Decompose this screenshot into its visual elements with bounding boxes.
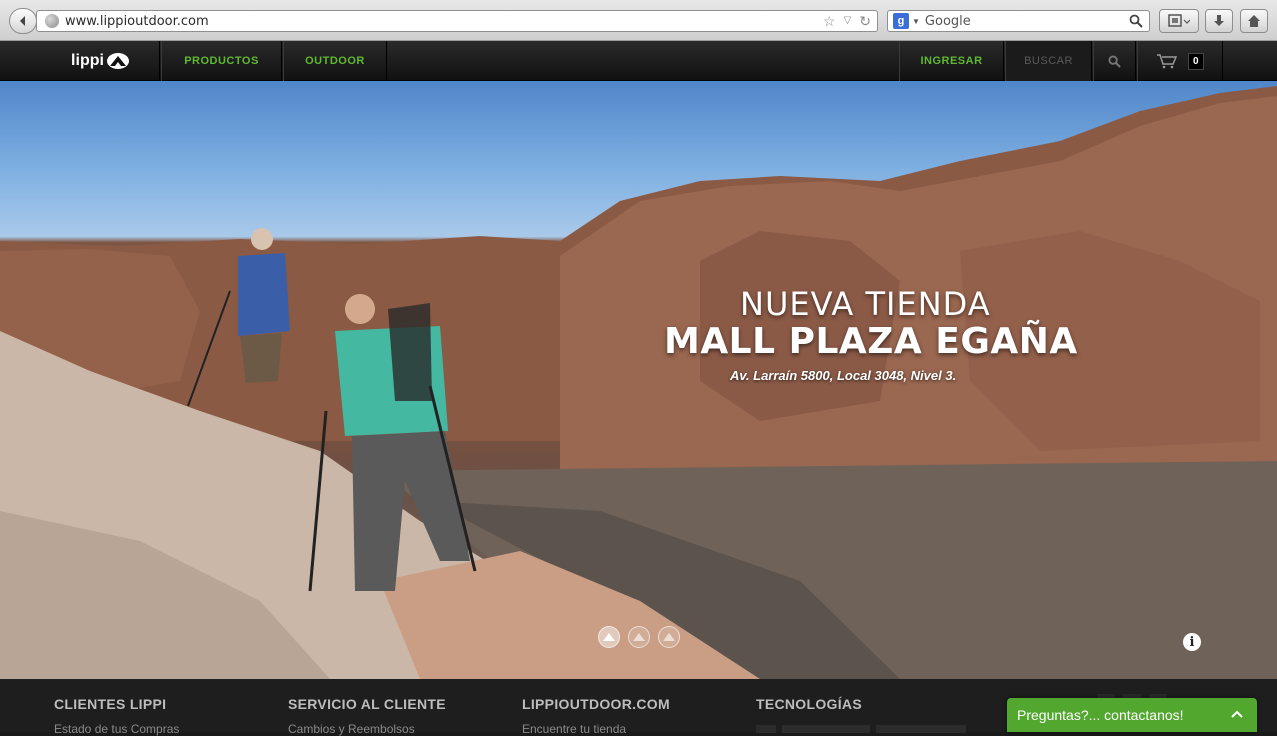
download-icon: [1214, 15, 1224, 26]
browser-toolbar: www.lippioutdoor.com ☆ ▽ ↻ g ▼ Google: [0, 0, 1277, 41]
footer-heading: LIPPIOUTDOOR.COM: [522, 696, 670, 712]
home-icon: [1248, 15, 1260, 27]
slider-pagination: [598, 626, 680, 648]
chat-label: Preguntas?... contactanos!: [1017, 707, 1184, 723]
nav-productos[interactable]: PRODUCTOS: [161, 41, 282, 81]
hero-address: Av. Larraín 5800, Local 3048, Nivel 3.: [730, 368, 957, 383]
reload-icon[interactable]: ↻: [859, 13, 871, 30]
back-button[interactable]: [9, 8, 37, 34]
puzzle-icon: [1168, 14, 1190, 27]
logo-text: lippi: [71, 52, 104, 69]
mountain-logo-icon: [106, 53, 129, 69]
slide-dot-3[interactable]: [658, 626, 680, 648]
nav-outdoor[interactable]: OUTDOOR: [283, 41, 387, 81]
address-bar[interactable]: www.lippioutdoor.com ☆ ▽ ↻: [36, 10, 878, 32]
footer-heading: TECNOLOGÍAS: [756, 696, 862, 712]
chat-widget[interactable]: Preguntas?... contactanos!: [1007, 698, 1257, 732]
hero-photo-hikers: [0, 86, 1277, 679]
hero-heading-large: MALL PLAZA EGAÑA: [664, 321, 1078, 362]
search-icon: [1108, 54, 1121, 68]
mountain-icon: [603, 633, 615, 641]
footer-heading: CLIENTES LIPPI: [54, 696, 167, 712]
url-text[interactable]: www.lippioutdoor.com: [65, 14, 209, 29]
cart-count-badge: 0: [1187, 52, 1205, 70]
footer-link[interactable]: Cambios y Reembolsos: [288, 722, 446, 736]
footer-link[interactable]: Encuentre tu tienda: [522, 722, 670, 736]
site-search-input[interactable]: BUSCAR: [1005, 41, 1092, 81]
google-icon[interactable]: g: [893, 13, 909, 29]
footer-col-tecnologias: TECNOLOGÍAS: [756, 696, 862, 712]
extensions-button[interactable]: [1159, 9, 1199, 33]
mountain-icon: [633, 633, 645, 641]
cart-icon: [1156, 54, 1178, 69]
site-search-button[interactable]: [1093, 41, 1136, 81]
bookmark-star-icon[interactable]: ☆: [823, 13, 836, 30]
slide-dot-1[interactable]: [598, 626, 620, 648]
lippi-logo[interactable]: lippi: [42, 41, 160, 81]
mountain-icon: [663, 633, 675, 641]
cart-button[interactable]: 0: [1137, 41, 1223, 81]
info-icon[interactable]: i: [1183, 633, 1201, 651]
site-navbar: lippi PRODUCTOS OUTDOOR INGRESAR BUSCAR …: [0, 41, 1277, 81]
slide-dot-2[interactable]: [628, 626, 650, 648]
search-icon[interactable]: [1129, 14, 1143, 28]
login-link[interactable]: INGRESAR: [899, 41, 1004, 81]
hero-heading-small: NUEVA TIENDA: [740, 285, 991, 323]
browser-search-box[interactable]: g ▼ Google: [887, 10, 1150, 32]
globe-icon: [45, 14, 59, 28]
footer-col-clientes: CLIENTES LIPPI Estado de tus Compras: [54, 696, 179, 736]
download-button[interactable]: [1205, 9, 1233, 33]
dropdown-arrow-icon[interactable]: ▽: [844, 15, 852, 30]
back-arrow-icon: [20, 16, 25, 26]
footer-link[interactable]: Estado de tus Compras: [54, 722, 179, 736]
chevron-up-icon[interactable]: [1231, 706, 1243, 722]
footer-heading: SERVICIO AL CLIENTE: [288, 696, 446, 712]
footer-col-servicio: SERVICIO AL CLIENTE Cambios y Reembolsos: [288, 696, 446, 736]
hero-banner[interactable]: NUEVA TIENDA MALL PLAZA EGAÑA Av. Larraí…: [0, 81, 1277, 679]
engine-caret-icon[interactable]: ▼: [912, 17, 920, 26]
search-placeholder[interactable]: Google: [925, 14, 971, 29]
footer-col-lippioutdoor: LIPPIOUTDOOR.COM Encuentre tu tienda: [522, 696, 670, 736]
home-button[interactable]: [1240, 9, 1268, 33]
